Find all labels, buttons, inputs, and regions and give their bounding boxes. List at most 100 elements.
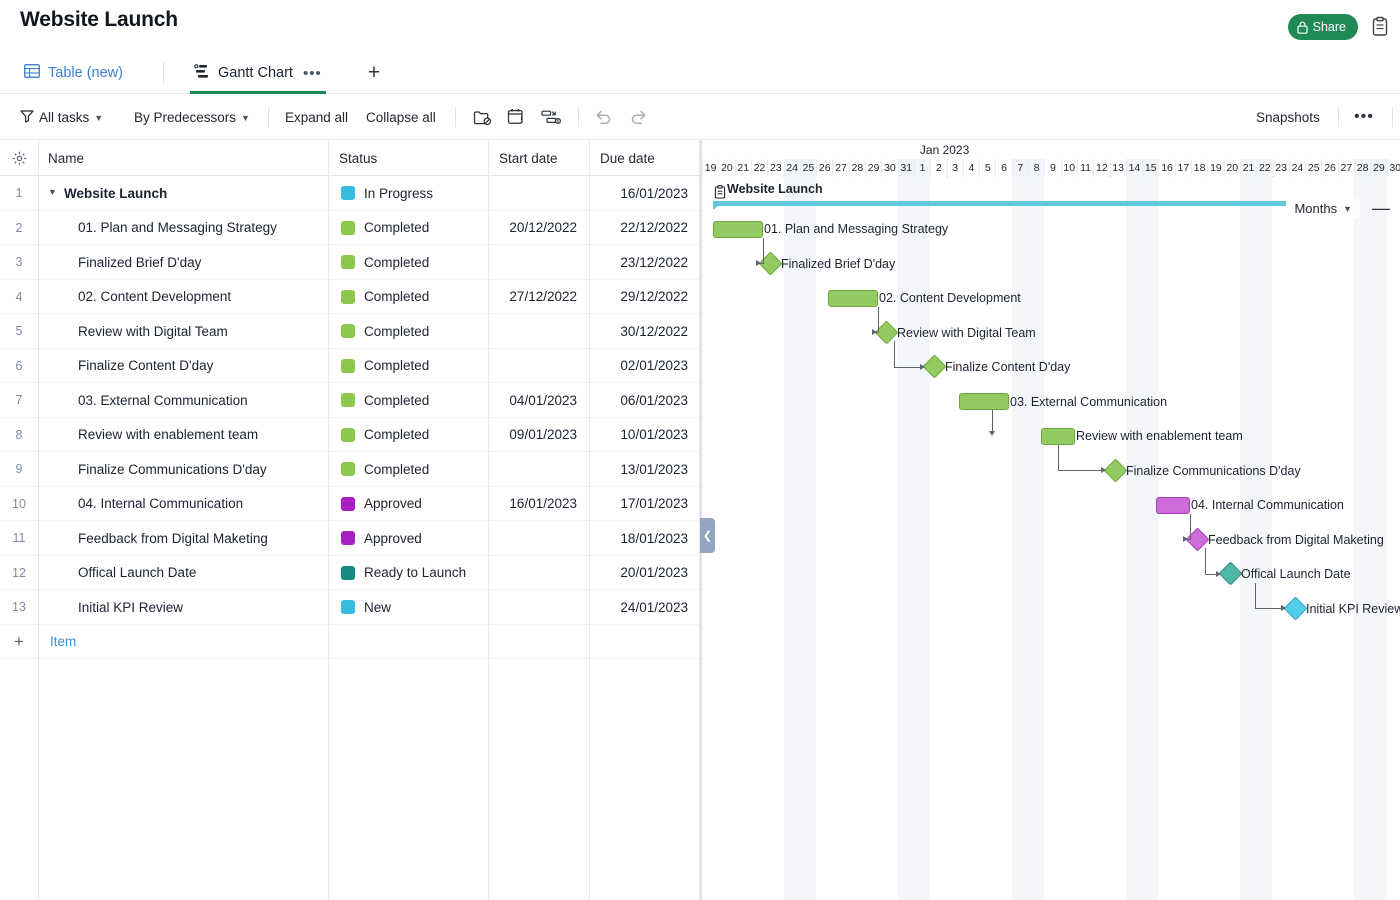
due-date-cell[interactable]: 24/01/2023 (590, 590, 700, 625)
column-header-due-date[interactable]: Due date (590, 140, 700, 176)
status-cell[interactable]: Completed (329, 280, 488, 315)
start-date-cell[interactable]: 09/01/2023 (489, 418, 589, 453)
tab-gantt-menu-icon[interactable]: ••• (303, 65, 322, 82)
filter-all-tasks[interactable]: All tasks ▼ (20, 105, 103, 129)
summary-bar[interactable] (713, 201, 1301, 206)
task-bar[interactable] (713, 221, 763, 238)
task-name-cell[interactable]: Review with enablement team (38, 418, 328, 453)
gear-icon[interactable] (0, 140, 38, 176)
status-cell[interactable]: Completed (329, 349, 488, 384)
task-name-cell[interactable]: Initial KPI Review (38, 590, 328, 625)
task-name-cell[interactable]: Finalize Communications D'day (38, 452, 328, 487)
table-row[interactable]: 13Initial KPI ReviewNew24/01/2023 (0, 590, 700, 625)
collapse-all-button[interactable]: Collapse all (366, 105, 436, 129)
table-row[interactable]: 5Review with Digital TeamCompleted30/12/… (0, 314, 700, 349)
status-cell[interactable]: Approved (329, 487, 488, 522)
milestone-marker[interactable] (1283, 596, 1307, 620)
add-item-label[interactable]: Item (50, 625, 76, 660)
due-date-cell[interactable]: 13/01/2023 (590, 452, 700, 487)
task-name-cell[interactable]: Feedback from Digital Maketing (38, 521, 328, 556)
task-name-cell[interactable]: ▼Website Launch (38, 176, 328, 211)
task-name-cell[interactable]: Finalize Content D'day (38, 349, 328, 384)
add-view-button[interactable]: + (362, 62, 386, 86)
due-date-cell[interactable]: 23/12/2022 (590, 245, 700, 280)
task-name-cell[interactable]: Review with Digital Team (38, 314, 328, 349)
start-date-cell[interactable]: 20/12/2022 (489, 211, 589, 246)
status-cell[interactable]: Approved (329, 521, 488, 556)
table-row[interactable]: 12Offical Launch DateReady to Launch20/0… (0, 556, 700, 591)
milestone-marker[interactable] (1218, 561, 1242, 585)
start-date-cell[interactable] (489, 590, 589, 625)
status-cell[interactable]: Completed (329, 314, 488, 349)
clipboard-icon[interactable] (1370, 16, 1390, 38)
task-bar[interactable] (959, 393, 1009, 410)
start-date-cell[interactable] (489, 556, 589, 591)
start-date-cell[interactable] (489, 314, 589, 349)
due-date-cell[interactable]: 20/01/2023 (590, 556, 700, 591)
start-date-cell[interactable] (489, 349, 589, 384)
status-cell[interactable]: Completed (329, 245, 488, 280)
status-cell[interactable]: Completed (329, 452, 488, 487)
add-item-row[interactable]: + Item (0, 625, 700, 660)
table-row[interactable]: 11Feedback from Digital MaketingApproved… (0, 521, 700, 556)
tab-table-new[interactable]: Table (new) (20, 52, 127, 94)
expand-all-button[interactable]: Expand all (285, 105, 348, 129)
zoom-level-select[interactable]: Months ▼ (1286, 199, 1360, 218)
table-row[interactable]: 1004. Internal CommunicationApproved16/0… (0, 487, 700, 522)
start-date-cell[interactable] (489, 176, 589, 211)
due-date-cell[interactable]: 02/01/2023 (590, 349, 700, 384)
table-row[interactable]: 201. Plan and Messaging StrategyComplete… (0, 211, 700, 246)
task-name-cell[interactable]: Finalized Brief D'day (38, 245, 328, 280)
status-cell[interactable]: New (329, 590, 488, 625)
baseline-icon[interactable] (504, 105, 528, 129)
dependency-icon[interactable] (539, 105, 563, 129)
redo-icon[interactable] (626, 105, 650, 129)
add-item-icon[interactable]: + (0, 625, 38, 660)
group-by-predecessors[interactable]: By Predecessors ▼ (134, 105, 250, 129)
snapshots-button[interactable]: Snapshots (1256, 105, 1320, 129)
start-date-cell[interactable]: 16/01/2023 (489, 487, 589, 522)
table-row[interactable]: 9Finalize Communications D'dayCompleted1… (0, 452, 700, 487)
more-options-button[interactable]: ••• (1354, 105, 1374, 129)
table-row[interactable]: 1▼Website LaunchIn Progress16/01/2023 (0, 176, 700, 211)
due-date-cell[interactable]: 18/01/2023 (590, 521, 700, 556)
due-date-cell[interactable]: 10/01/2023 (590, 418, 700, 453)
task-name-cell[interactable]: 04. Internal Communication (38, 487, 328, 522)
table-row[interactable]: 6Finalize Content D'dayCompleted02/01/20… (0, 349, 700, 384)
task-name-cell[interactable]: 02. Content Development (38, 280, 328, 315)
column-header-status[interactable]: Status (329, 140, 489, 176)
due-date-cell[interactable]: 17/01/2023 (590, 487, 700, 522)
status-cell[interactable]: Completed (329, 211, 488, 246)
table-row[interactable]: 8Review with enablement teamCompleted09/… (0, 418, 700, 453)
start-date-cell[interactable] (489, 452, 589, 487)
collapse-panel-button[interactable]: ❮ (700, 518, 715, 553)
status-cell[interactable]: Completed (329, 418, 488, 453)
column-header-name[interactable]: Name (38, 140, 329, 176)
zoom-out-button[interactable]: — (1370, 199, 1392, 217)
chevron-down-icon[interactable]: ▼ (48, 187, 62, 197)
undo-icon[interactable] (592, 105, 616, 129)
status-cell[interactable]: Ready to Launch (329, 556, 488, 591)
start-date-cell[interactable] (489, 521, 589, 556)
column-header-start-date[interactable]: Start date (489, 140, 590, 176)
table-row[interactable]: 703. External CommunicationCompleted04/0… (0, 383, 700, 418)
milestone-marker[interactable] (1103, 458, 1127, 482)
status-cell[interactable]: In Progress (329, 176, 488, 211)
due-date-cell[interactable]: 22/12/2022 (590, 211, 700, 246)
table-row[interactable]: 402. Content DevelopmentCompleted27/12/2… (0, 280, 700, 315)
task-name-cell[interactable]: Offical Launch Date (38, 556, 328, 591)
due-date-cell[interactable]: 29/12/2022 (590, 280, 700, 315)
start-date-cell[interactable]: 04/01/2023 (489, 383, 589, 418)
table-row[interactable]: 3Finalized Brief D'dayCompleted23/12/202… (0, 245, 700, 280)
due-date-cell[interactable]: 16/01/2023 (590, 176, 700, 211)
milestone-marker[interactable] (922, 354, 946, 378)
task-bar[interactable] (1041, 428, 1075, 445)
status-cell[interactable]: Completed (329, 383, 488, 418)
due-date-cell[interactable]: 06/01/2023 (590, 383, 700, 418)
task-name-cell[interactable]: 01. Plan and Messaging Strategy (38, 211, 328, 246)
tab-gantt-chart[interactable]: Gantt Chart ••• (190, 52, 326, 94)
share-button[interactable]: Share (1288, 14, 1358, 40)
task-bar[interactable] (828, 290, 878, 307)
due-date-cell[interactable]: 30/12/2022 (590, 314, 700, 349)
task-name-cell[interactable]: 03. External Communication (38, 383, 328, 418)
